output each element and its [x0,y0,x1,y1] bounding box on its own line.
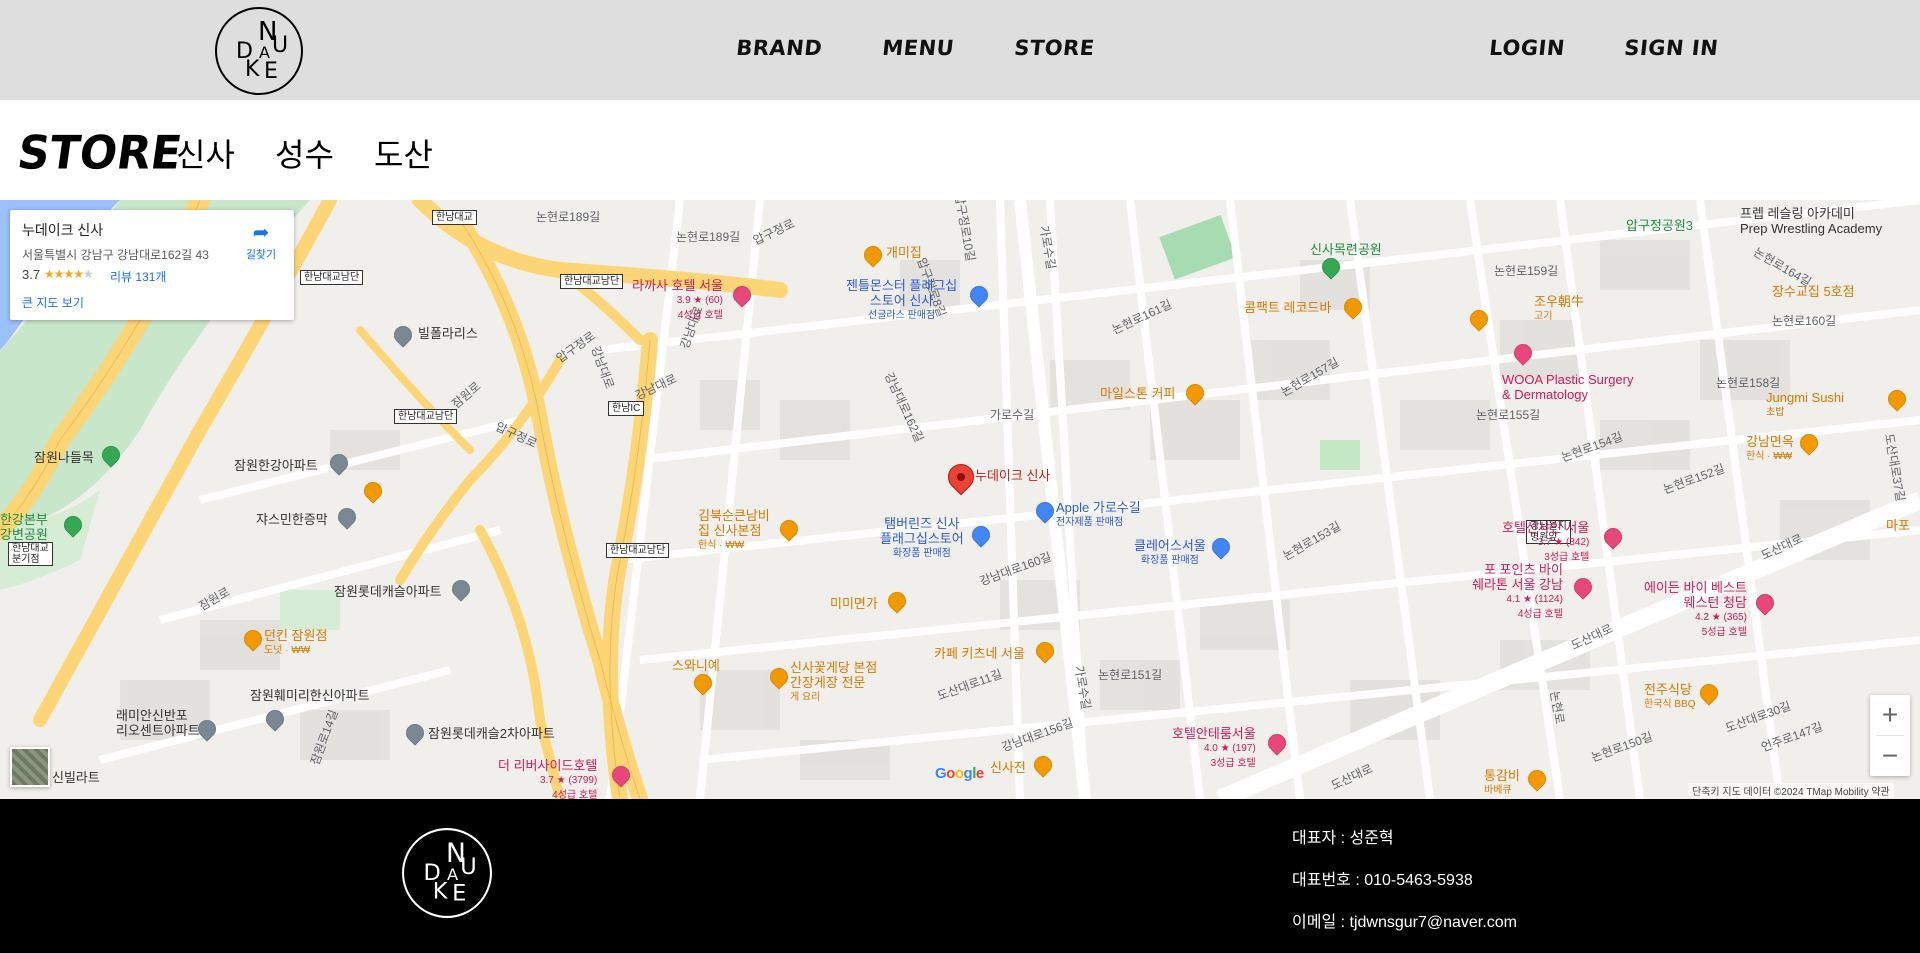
road-label: 논현로159길 [1494,264,1559,278]
poi-label[interactable]: 쟈스민한증막 [256,512,328,527]
poi-label[interactable]: 마일스톤 커피 [1100,386,1175,401]
svg-text:A: A [447,865,459,884]
poi-label[interactable]: 빌폴라리스 [418,326,478,341]
poi-label[interactable]: 잠원한강아파트 [234,458,318,473]
road-label: 가로수길 [990,408,1035,422]
store-page-title: STORE [14,126,185,181]
poi-label[interactable]: 한강본부 강변공원 [0,512,48,542]
poi-label[interactable]: 프렙 레슬링 아카데미 Prep Wrestling Academy [1740,206,1882,236]
road-tag: 한남대교 분기점 [8,542,53,566]
tab-dosan[interactable]: 도산 [374,130,433,176]
poi-label[interactable]: 통감비 바베큐 [1484,768,1520,798]
road-label: 논현로189길 [676,230,741,244]
svg-text:E: E [452,881,466,907]
poi-label[interactable]: 호텔안테룸서울 4.0 ★ (197) 3성급 호텔 [1172,726,1256,771]
footer-phone: 대표번호 : 010-5463-5938 [1292,872,1473,889]
poi-label[interactable]: 잠원롯데캐슬2차아파트 [428,726,555,741]
main-nav: BRAND MENU STORE [734,36,1154,66]
poi-label[interactable]: Apple 가로수길 전자제품 판매점 [1056,500,1141,530]
auth-nav: LOGIN SIGN IN [1487,36,1777,66]
road-tag: 한남대교 [432,210,477,225]
login-link[interactable]: LOGIN [1487,36,1566,66]
poi-label[interactable]: 신사목련공원 [1310,242,1382,257]
road-tag: 한남대교남단 [606,543,670,558]
reviews-link[interactable]: 리뷰 131개 [110,268,166,285]
svg-text:E: E [264,59,278,84]
svg-text:K: K [245,57,260,82]
nav-menu[interactable]: MENU [880,36,955,66]
place-rating: 3.7 [22,267,41,282]
brand-logo[interactable]: N U D K E A [214,6,304,96]
road-tag: 한남대교남단 [300,270,364,285]
nav-brand[interactable]: BRAND [734,36,823,66]
svg-text:U: U [272,33,288,58]
store-marker-label[interactable]: 누데이크 신사 [975,468,1050,483]
road-label: 논현로155길 [1476,408,1541,422]
directions-icon: ➦ [252,222,270,244]
place-address: 서울특별시 강남구 강남대로162길 43 [22,248,209,262]
road-label: 논현로151길 [1098,668,1163,682]
poi-label[interactable]: 젠틀몬스터 플래그십 스토어 신사 선글라스 판매점 [846,278,957,323]
poi-label[interactable]: 클레어스서울 화장품 판매점 [1134,538,1206,568]
zoom-out-button[interactable]: − [1870,736,1910,776]
zoom-controls: + − [1870,695,1910,776]
poi-label[interactable]: 조우朝牛 고기 [1534,294,1584,324]
poi-label[interactable]: 에이든 바이 베스트 웨스턴 청담 4.2 ★ (365) 5성급 호텔 [1644,580,1747,640]
road-label: 논현로158길 [1716,376,1781,390]
footer-ceo: 대표자 : 성준혁 [1292,830,1394,847]
tab-sinsa[interactable]: 신사 [176,130,235,176]
place-name: 누데이크 신사 [22,222,104,238]
poi-label[interactable]: 래미안신반포 리오센트아파트 [116,708,200,738]
poi-label[interactable]: 미미면가 [830,596,878,611]
map-attribution[interactable]: 단축키 지도 데이터 ©2024 TMap Mobility 약관 [1688,783,1894,798]
site-header: N U D K E A BRAND MENU STORE LOGIN SIGN … [0,0,1920,100]
tab-seongsu[interactable]: 성수 [275,130,334,176]
place-info-card: 누데이크 신사 서울특별시 강남구 강남대로162길 43 3.7 ★★★★★ … [10,210,294,320]
road-label: 논현로160길 [1772,314,1837,328]
view-larger-map-link[interactable]: 큰 지도 보기 [22,294,84,311]
poi-label[interactable]: 마포 [1886,518,1910,533]
rating-stars: ★★★★★ [44,267,94,281]
map-layer-toggle[interactable] [10,747,50,787]
road-label: 논현로189길 [536,210,601,224]
poi-label[interactable]: 호텔선샤인 서울 3.7 ★ (342) 3성급 호텔 [1502,520,1589,565]
poi-label[interactable]: 잠원훼미리한신아파트 [250,688,370,703]
poi-label[interactable]: 김북순큰남비 집 신사본점 한식 · ₩₩ [698,508,770,553]
road-tag: 한남대교남단 [394,409,458,424]
poi-label[interactable]: 개미집 [886,245,922,260]
poi-label[interactable]: 더 리버사이드호텔 3.7 ★ (3799) 4성급 호텔 [498,758,597,799]
poi-label[interactable]: 카페 키츠네 서울 [934,646,1025,661]
footer-email[interactable]: 이메일 : tjdwnsgur7@naver.com [1292,908,1517,932]
poi-label[interactable]: 잠원나들목 [34,450,94,465]
poi-label[interactable]: 라까사 호텔 서울 3.9 ★ (60) 4성급 호텔 [632,278,723,323]
signin-link[interactable]: SIGN IN [1622,36,1719,66]
poi-label[interactable]: 던킨 잠원점 도넛 · ₩₩ [264,628,327,658]
poi-label[interactable]: 장수교집 5호점 [1772,284,1855,299]
poi-label[interactable]: 신빌라트 [52,770,100,785]
site-footer: N U D K E A 대표자 : 성준혁 대표번호 : 010-5463-59… [0,799,1920,953]
poi-label[interactable]: WOOA Plastic Surgery & Dermatology [1502,372,1633,402]
nav-store[interactable]: STORE [1012,36,1096,66]
poi-label[interactable]: 스와니예 [672,658,720,673]
svg-text:A: A [259,43,270,62]
poi-label[interactable]: 강남면옥 한식 · ₩₩ [1746,434,1794,464]
svg-text:U: U [460,854,476,880]
poi-label[interactable]: 전주식당 한국식 BBQ [1644,682,1696,712]
poi-label[interactable]: 신사꽃게당 본점 간장게장 전문 게 요리 [790,660,877,705]
poi-label[interactable]: 신사전 [990,760,1026,775]
directions-button[interactable]: ➦ 길찾기 [238,220,284,263]
road-tag: 한남대교남단 [560,274,624,289]
google-logo: Google [935,765,984,782]
directions-label: 길찾기 [245,249,277,261]
store-map[interactable]: 누데이크 신사 서울특별시 강남구 강남대로162길 43 3.7 ★★★★★ … [0,200,1920,799]
poi-label[interactable]: 탬버린즈 신사 플래그십스토어 화장품 판매점 [880,516,964,561]
poi-label[interactable]: 콤팩트 레코드바 [1244,300,1331,315]
poi-label[interactable]: 압구정공원3 [1626,218,1693,233]
poi-label[interactable]: 잠원롯데캐슬아파트 [334,584,442,599]
zoom-in-button[interactable]: + [1870,695,1910,735]
poi-label[interactable]: Jungmi Sushi 초밥 [1766,390,1844,420]
poi-label[interactable]: 포 포인츠 바이 쉐라톤 서울 강남 4.1 ★ (1124) 4성급 호텔 [1472,562,1563,622]
footer-logo[interactable]: N U D K E A [401,827,493,919]
